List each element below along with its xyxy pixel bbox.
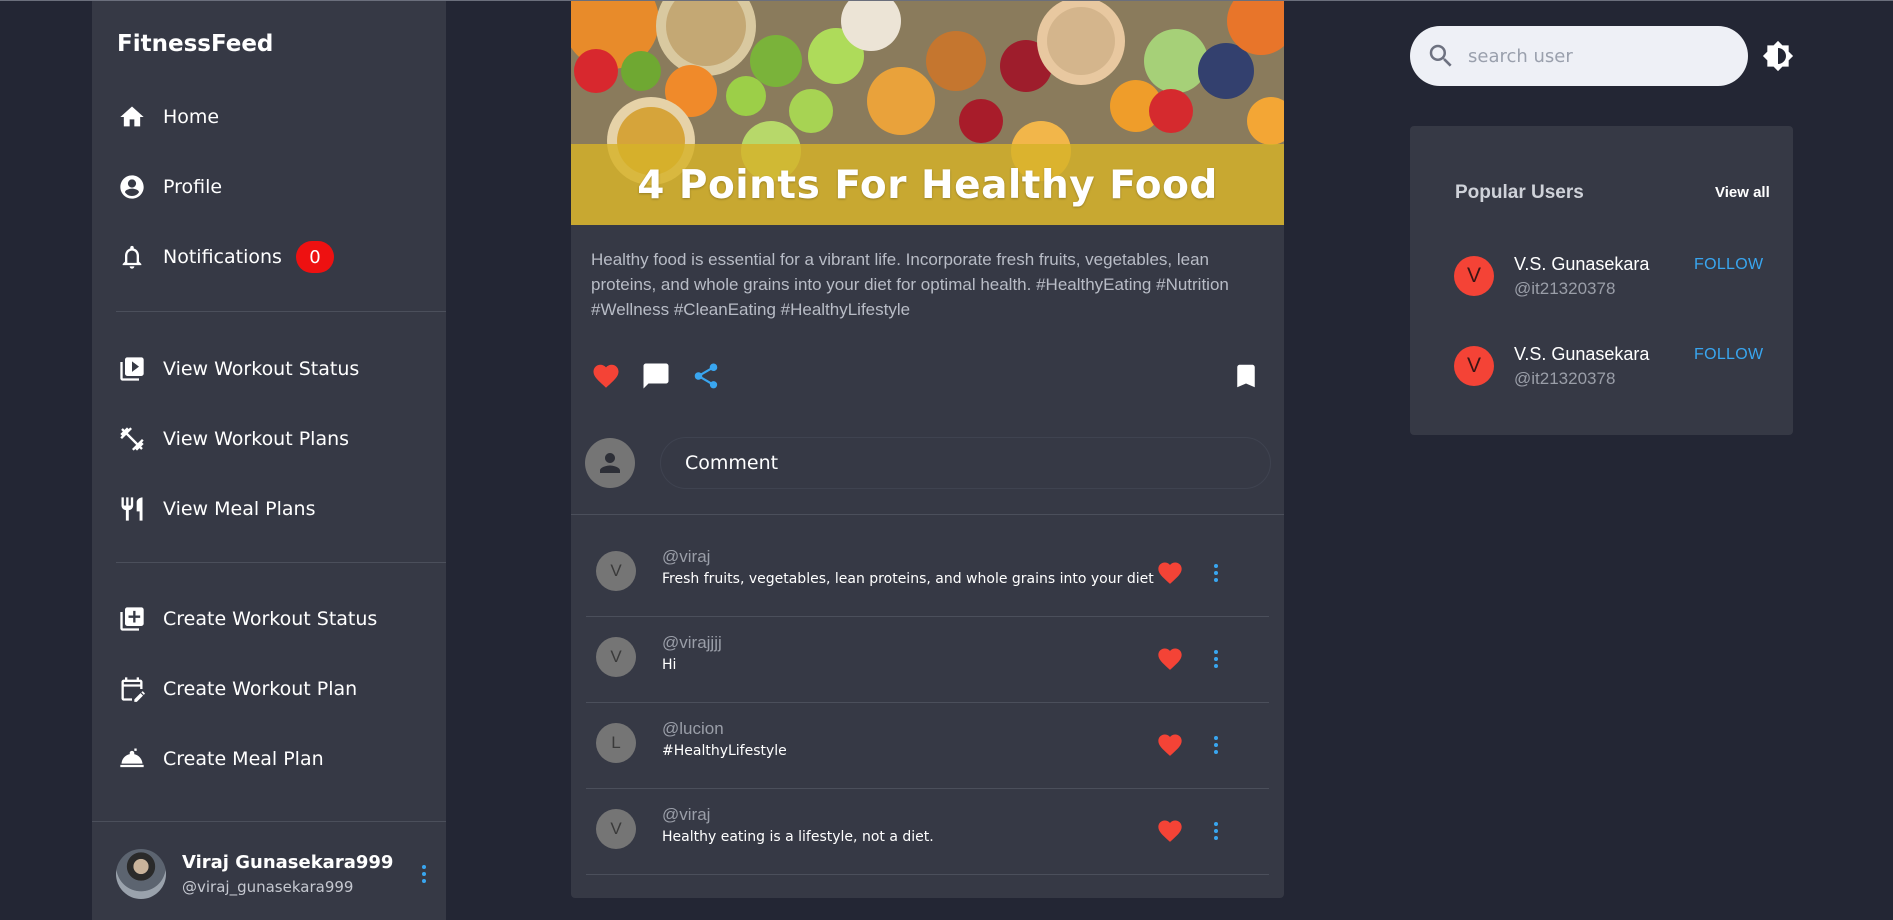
comment-username[interactable]: @viraj — [662, 547, 710, 567]
search-icon — [1426, 41, 1456, 71]
current-user-handle: @viraj_gunasekara999 — [182, 878, 354, 896]
post-caption: Healthy food is essential for a vibrant … — [591, 250, 1229, 319]
follow-button[interactable]: FOLLOW — [1694, 346, 1763, 364]
comment-composer — [585, 436, 1271, 490]
sidebar-item-label: Create Workout Plan — [163, 678, 358, 700]
list-item: L @lucion #HealthyLifestyle — [586, 703, 1269, 789]
sidebar-item-create-workout-status[interactable]: Create Workout Status — [117, 599, 377, 639]
comment-icon[interactable] — [641, 361, 671, 391]
list-item: V @viraj Healthy eating is a lifestyle, … — [586, 789, 1269, 875]
search-bar — [1410, 26, 1748, 86]
sidebar-item-label: View Workout Plans — [163, 428, 350, 450]
sidebar-divider — [92, 821, 446, 822]
avatar[interactable]: V — [596, 809, 636, 849]
popular-user-handle: @it21320378 — [1514, 369, 1616, 388]
list-item: V @viraj Fresh fruits, vegetables, lean … — [586, 531, 1269, 617]
avatar[interactable]: V — [1454, 346, 1494, 386]
person-icon — [585, 438, 635, 488]
popular-users-title: Popular Users — [1455, 182, 1584, 203]
comment-text: #HealthyLifestyle — [662, 743, 787, 759]
more-vert-icon[interactable] — [1208, 731, 1224, 759]
current-user-name: Viraj Gunasekara999 — [182, 852, 394, 873]
bell-icon — [117, 242, 147, 272]
avatar[interactable]: V — [596, 637, 636, 677]
room-service-icon — [117, 744, 147, 774]
sidebar-item-label: View Meal Plans — [163, 498, 316, 520]
library-add-icon — [117, 604, 147, 634]
like-heart-icon[interactable] — [1156, 817, 1184, 845]
post-card: 4 Points For Healthy Food Healthy food i… — [571, 1, 1284, 898]
post-image: 4 Points For Healthy Food — [571, 1, 1284, 225]
more-vert-icon[interactable] — [1208, 645, 1224, 673]
like-heart-icon[interactable] — [1156, 731, 1184, 759]
sidebar-item-label: Notifications — [163, 246, 282, 268]
sidebar-item-create-meal-plan[interactable]: Create Meal Plan — [117, 739, 324, 779]
account-circle-icon — [117, 172, 147, 202]
avatar[interactable]: V — [1454, 256, 1494, 296]
home-icon — [117, 102, 147, 132]
sidebar-item-notifications[interactable]: Notifications 0 — [117, 237, 334, 277]
avatar[interactable]: L — [596, 723, 636, 763]
like-heart-icon[interactable] — [1156, 645, 1184, 673]
sidebar-item-label: Profile — [163, 176, 223, 198]
like-heart-icon[interactable] — [591, 361, 621, 391]
sidebar-item-profile[interactable]: Profile — [117, 167, 222, 207]
popular-user-name[interactable]: V.S. Gunasekara — [1514, 344, 1649, 365]
feed-divider — [571, 514, 1284, 515]
notification-count-badge: 0 — [295, 241, 334, 273]
sidebar-item-view-workout-status[interactable]: View Workout Status — [117, 349, 359, 389]
sidebar-item-home[interactable]: Home — [117, 97, 219, 137]
popular-user-handle: @it21320378 — [1514, 279, 1616, 298]
avatar[interactable]: V — [596, 551, 636, 591]
list-item: V V.S. Gunasekara @it21320378 FOLLOW — [1454, 340, 1774, 400]
share-icon[interactable] — [691, 361, 721, 391]
comment-input[interactable] — [660, 437, 1271, 489]
sidebar-item-view-meal-plans[interactable]: View Meal Plans — [117, 489, 316, 529]
post-image-title: 4 Points For Healthy Food — [637, 162, 1218, 208]
like-heart-icon[interactable] — [1156, 559, 1184, 587]
comment-username[interactable]: @viraj — [662, 805, 710, 825]
comment-text: Hi — [662, 657, 677, 673]
dumbbell-icon — [117, 424, 147, 454]
sidebar-item-create-workout-plan[interactable]: Create Workout Plan — [117, 669, 357, 709]
list-item: V @virajjjj Hi — [586, 617, 1269, 703]
sidebar-item-label: Create Workout Status — [163, 608, 378, 630]
video-library-icon — [117, 354, 147, 384]
more-vert-icon[interactable] — [1208, 559, 1224, 587]
restaurant-icon — [117, 494, 147, 524]
more-vert-icon[interactable] — [416, 861, 432, 887]
edit-calendar-icon — [117, 674, 147, 704]
popular-users-panel: Popular Users View all V V.S. Gunasekara… — [1410, 126, 1793, 435]
sidebar-item-label: View Workout Status — [163, 358, 360, 380]
post-image-banner: 4 Points For Healthy Food — [571, 144, 1284, 225]
post-actions — [591, 361, 1271, 393]
comment-text: Healthy eating is a lifestyle, not a die… — [662, 829, 934, 845]
current-user-card: Viraj Gunasekara999 @viraj_gunasekara999 — [116, 849, 426, 903]
sidebar: FitnessFeed Home Profile Notifications 0… — [92, 1, 446, 920]
app-brand[interactable]: FitnessFeed — [117, 31, 273, 57]
comment-username[interactable]: @virajjjj — [662, 633, 722, 653]
comment-text: Fresh fruits, vegetables, lean proteins,… — [662, 571, 1154, 587]
popular-user-name[interactable]: V.S. Gunasekara — [1514, 254, 1649, 275]
more-vert-icon[interactable] — [1208, 817, 1224, 845]
sidebar-divider — [116, 311, 446, 312]
comment-username[interactable]: @lucion — [662, 719, 724, 739]
brightness-icon[interactable] — [1762, 40, 1794, 72]
avatar[interactable] — [116, 849, 166, 899]
sidebar-item-view-workout-plans[interactable]: View Workout Plans — [117, 419, 349, 459]
sidebar-divider — [116, 562, 446, 563]
follow-button[interactable]: FOLLOW — [1694, 256, 1763, 274]
list-item: V V.S. Gunasekara @it21320378 FOLLOW — [1454, 250, 1774, 310]
bookmark-icon[interactable] — [1231, 361, 1261, 391]
search-input[interactable] — [1468, 36, 1728, 76]
sidebar-item-label: Create Meal Plan — [163, 748, 324, 770]
sidebar-item-label: Home — [163, 106, 220, 128]
view-all-link[interactable]: View all — [1715, 184, 1770, 201]
